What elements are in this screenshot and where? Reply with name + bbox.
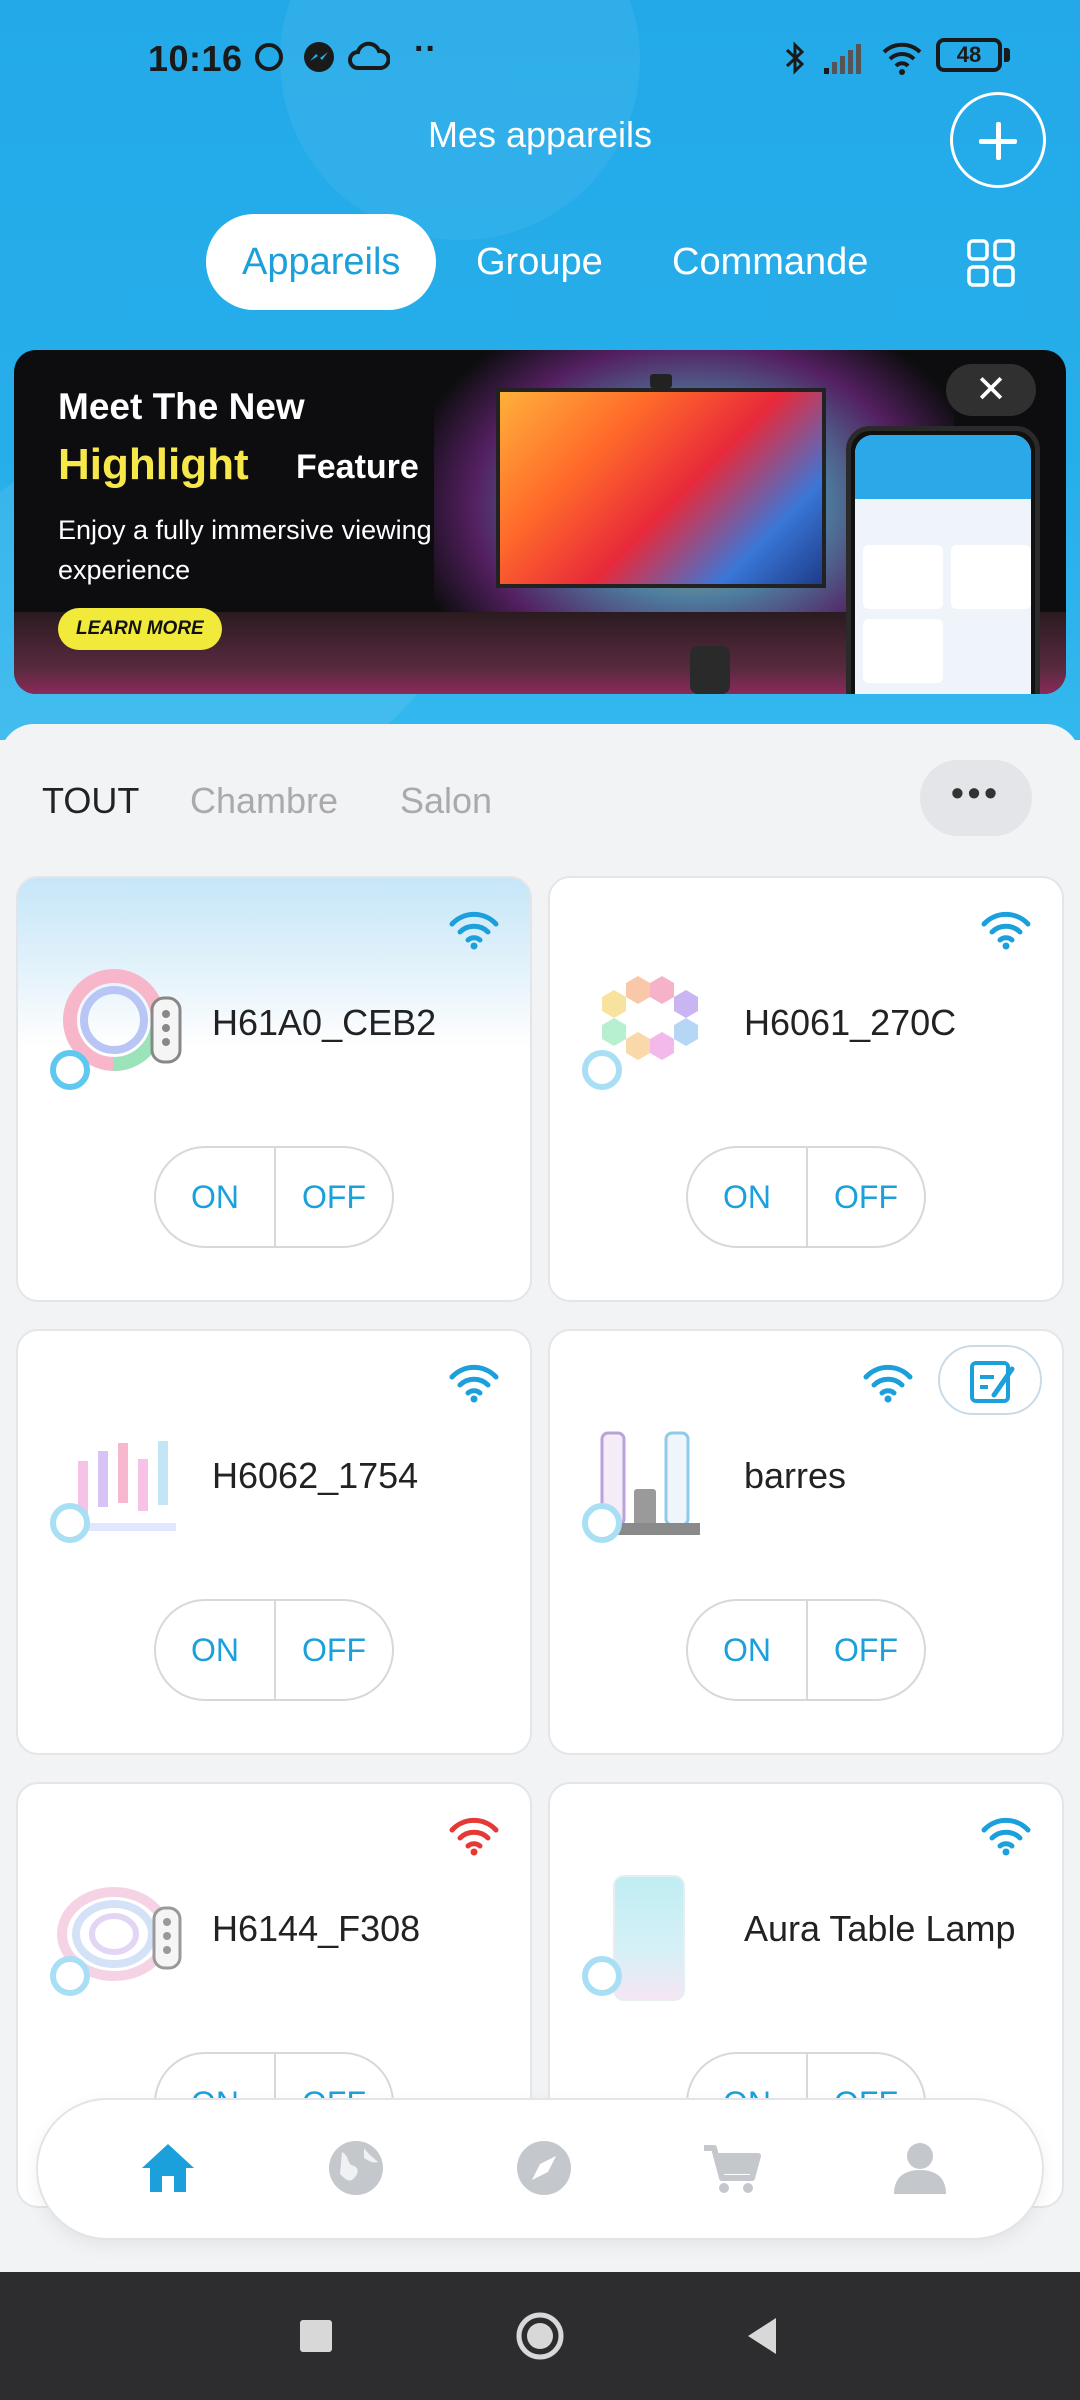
wifi-status-icon bbox=[882, 42, 922, 75]
filter-chambre[interactable]: Chambre bbox=[190, 780, 338, 822]
grid-view-icon[interactable] bbox=[966, 238, 1016, 288]
device-card-barres[interactable]: barres ON OFF bbox=[548, 1329, 1064, 1755]
tab-groupe[interactable]: Groupe bbox=[476, 214, 603, 310]
header-tabs: Appareils Groupe Commande bbox=[0, 214, 1080, 310]
wifi-icon bbox=[863, 1364, 913, 1403]
off-button[interactable]: OFF bbox=[274, 1601, 392, 1699]
device-name: H6144_F308 bbox=[212, 1908, 421, 1949]
messenger-icon bbox=[304, 42, 334, 72]
back-icon[interactable] bbox=[742, 2272, 782, 2400]
alexa-icon bbox=[582, 1503, 622, 1543]
banner-highlight: Highlight bbox=[58, 440, 249, 489]
recent-apps-icon[interactable] bbox=[296, 2272, 336, 2400]
device-name: H61A0_CEB2 bbox=[212, 1002, 437, 1043]
filter-salon[interactable]: Salon bbox=[400, 780, 492, 822]
alexa-icon bbox=[582, 1050, 622, 1090]
device-name: Aura Table Lamp bbox=[744, 1908, 1016, 1949]
sync-icon bbox=[255, 43, 283, 71]
cloud-icon bbox=[348, 41, 390, 70]
alexa-icon bbox=[582, 1956, 622, 1996]
power-toggle: ON OFF bbox=[686, 1599, 926, 1701]
alexa-icon bbox=[50, 1956, 90, 1996]
speaker-image bbox=[690, 646, 730, 694]
battery-level: 48 bbox=[956, 42, 982, 67]
home-icon[interactable] bbox=[136, 2136, 200, 2200]
device-name: barres bbox=[744, 1455, 847, 1496]
close-icon: ✕ bbox=[975, 369, 1007, 411]
device-card-h6062[interactable]: H6062_1754 ON OFF bbox=[16, 1329, 532, 1755]
page-title: Mes appareils bbox=[427, 114, 653, 155]
camera-icon bbox=[650, 374, 672, 388]
banner-subtitle: Enjoy a fully immersive viewing experien… bbox=[58, 515, 432, 585]
banner-headline: Meet The New bbox=[58, 386, 305, 427]
status-time: 10:16 bbox=[148, 38, 243, 79]
on-button[interactable]: ON bbox=[688, 1601, 806, 1699]
compass-icon[interactable] bbox=[512, 2136, 576, 2200]
more-icon: ••• bbox=[951, 772, 1001, 813]
edit-icon bbox=[970, 1361, 1015, 1403]
off-button[interactable]: OFF bbox=[274, 1148, 392, 1246]
power-toggle: ON OFF bbox=[154, 1599, 394, 1701]
tab-commande[interactable]: Commande bbox=[672, 214, 868, 310]
home-button-icon[interactable] bbox=[514, 2272, 566, 2400]
more-notifications-icon: ·· bbox=[414, 30, 437, 68]
on-button[interactable]: ON bbox=[688, 1148, 806, 1246]
room-filters: TOUT Chambre Salon bbox=[0, 766, 1080, 838]
profile-icon[interactable] bbox=[888, 2136, 952, 2200]
filter-tout[interactable]: TOUT bbox=[42, 780, 139, 822]
device-name: H6061_270C bbox=[744, 1002, 957, 1043]
device-name: H6062_1754 bbox=[212, 1455, 419, 1496]
device-card-h6061[interactable]: H6061_270C ON OFF bbox=[548, 876, 1064, 1302]
tab-appareils[interactable]: Appareils bbox=[206, 214, 437, 310]
on-button[interactable]: ON bbox=[156, 1601, 274, 1699]
wifi-icon bbox=[981, 911, 1031, 950]
wifi-icon bbox=[981, 1817, 1031, 1856]
alexa-icon bbox=[50, 1050, 90, 1090]
battery-icon: 48 bbox=[936, 38, 1002, 72]
wifi-icon bbox=[449, 911, 499, 950]
cart-icon[interactable] bbox=[700, 2136, 764, 2200]
banner-close-button[interactable]: ✕ bbox=[946, 364, 1036, 416]
off-button[interactable]: OFF bbox=[806, 1601, 924, 1699]
bottom-navigation bbox=[36, 2098, 1044, 2240]
signal-icon bbox=[824, 44, 861, 74]
promo-banner[interactable]: Meet The New Highlight Feature Enjoy a f… bbox=[14, 350, 1066, 694]
banner-feature: Feature bbox=[296, 448, 419, 486]
wifi-offline-icon bbox=[449, 1817, 499, 1856]
wifi-icon bbox=[449, 1364, 499, 1403]
power-toggle: ON OFF bbox=[686, 1146, 926, 1248]
on-button[interactable]: ON bbox=[156, 1148, 274, 1246]
off-button[interactable]: OFF bbox=[806, 1148, 924, 1246]
learn-more-button[interactable]: LEARN MORE bbox=[58, 608, 222, 650]
status-bar: 10:16 ·· 48 bbox=[0, 0, 1080, 120]
more-options-button[interactable]: ••• bbox=[920, 760, 1032, 836]
banner-phone-image bbox=[846, 426, 1040, 694]
alexa-icon bbox=[50, 1503, 90, 1543]
edit-button[interactable] bbox=[938, 1345, 1042, 1415]
add-device-button[interactable] bbox=[950, 92, 1046, 188]
globe-icon[interactable] bbox=[324, 2136, 388, 2200]
banner-tv-image bbox=[496, 388, 826, 588]
system-navigation-bar bbox=[0, 2272, 1080, 2400]
power-toggle: ON OFF bbox=[154, 1146, 394, 1248]
bluetooth-icon bbox=[785, 41, 805, 75]
device-card-h61a0[interactable]: H61A0_CEB2 ON OFF bbox=[16, 876, 532, 1302]
